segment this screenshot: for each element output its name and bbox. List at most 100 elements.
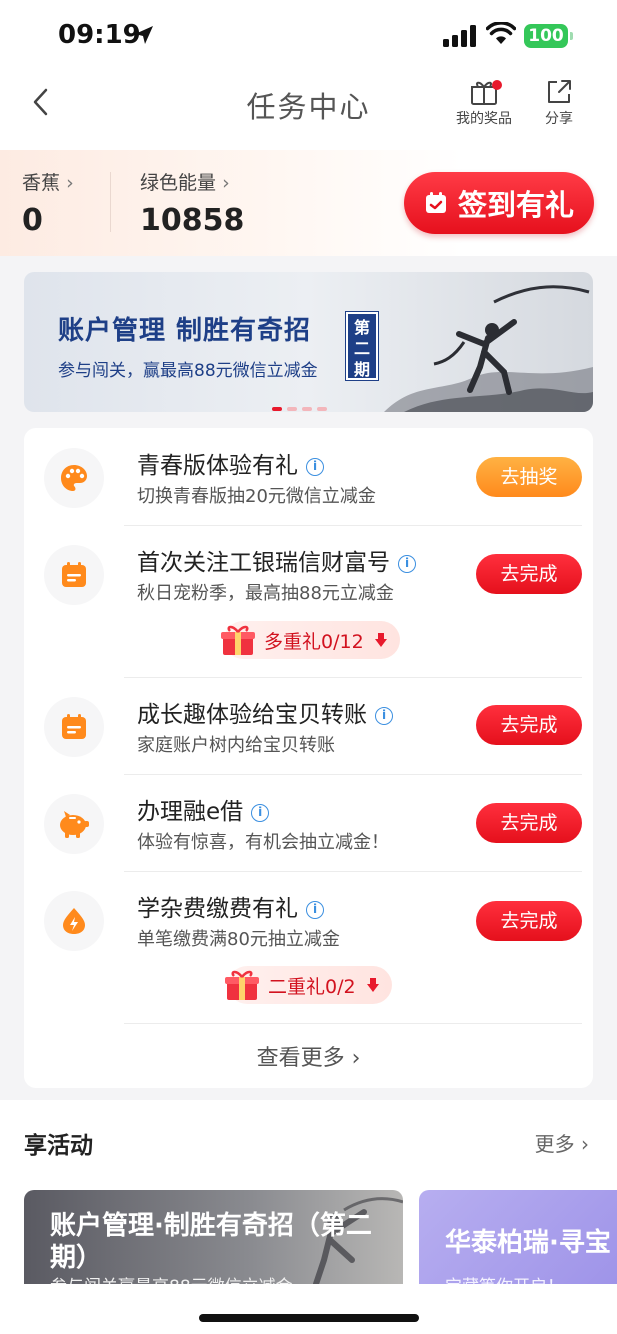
info-icon[interactable]: i xyxy=(398,555,416,573)
my-prizes-label: 我的奖品 xyxy=(456,111,512,127)
activity-card-title: 账户管理·制胜有奇招（第二期） xyxy=(50,1211,372,1273)
promo-banner[interactable]: 账户管理 制胜有奇招 参与闯关，赢最高88元微信立减金 第 二 期 xyxy=(24,272,593,412)
draw-lottery-button[interactable]: 去抽奖 xyxy=(476,457,582,497)
seal-char: 第 xyxy=(353,318,370,337)
green-energy-value: 10858 xyxy=(140,203,245,238)
banana-stat[interactable]: 香蕉 › 0 xyxy=(22,168,74,238)
green-energy-stat[interactable]: 绿色能量 › 10858 xyxy=(140,168,244,238)
task-icon-bg xyxy=(44,891,104,951)
activities-section-header: 享活动 更多 › xyxy=(0,1100,617,1184)
task-title-text: 学杂费缴费有礼 xyxy=(137,896,298,922)
sign-in-label: 签到有礼 xyxy=(457,188,574,222)
red-gift-icon xyxy=(225,970,259,1000)
activity-card[interactable]: 华泰柏瑞·寻宝 宝藏等你开启！ xyxy=(419,1190,617,1284)
sign-in-button[interactable]: 签到有礼 xyxy=(404,172,594,234)
task-title: 成长趣体验给宝贝转账 i xyxy=(137,695,393,729)
complete-task-button[interactable]: 去完成 xyxy=(476,554,582,594)
expand-down-icon xyxy=(374,633,387,647)
home-indicator[interactable] xyxy=(199,1314,419,1322)
page-title: 任务中心 xyxy=(246,90,371,124)
task-title-text: 首次关注工银瑞信财富号 xyxy=(137,550,390,576)
more-label: 更多 xyxy=(534,1132,575,1156)
see-more-label: 查看更多 xyxy=(256,1046,345,1071)
task-icon-bg xyxy=(44,794,104,854)
complete-task-button[interactable]: 去完成 xyxy=(476,901,582,941)
pagination-dot[interactable] xyxy=(302,407,312,411)
red-gift-icon xyxy=(221,625,255,655)
lightning-icon xyxy=(63,908,85,934)
wifi-icon xyxy=(486,22,516,44)
task-title: 办理融e借 i xyxy=(137,792,270,826)
divider xyxy=(124,774,582,775)
share-label: 分享 xyxy=(545,111,573,127)
task-description: 家庭账户树内给宝贝转账 xyxy=(137,735,335,756)
seal-char: 期 xyxy=(353,360,370,379)
expand-down-icon xyxy=(366,978,379,992)
activity-card-subtitle: 参与闯关赢最高88元微信立减金 xyxy=(50,1272,293,1284)
banner-pagination xyxy=(272,407,327,411)
task-title-text: 青春版体验有礼 xyxy=(137,453,298,479)
cellular-signal-icon xyxy=(443,25,476,47)
banner-title: 账户管理 制胜有奇招 xyxy=(58,316,312,346)
points-summary: 香蕉 › 0 绿色能量 › 10858 签到有礼 xyxy=(0,150,617,256)
banner-seal: 第 二 期 xyxy=(345,311,379,381)
activity-card[interactable]: 账户管理·制胜有奇招（第二期） 参与闯关赢最高88元微信立减金 › xyxy=(24,1190,403,1284)
multi-gift-label: 多重礼0/12 xyxy=(264,630,364,653)
activity-card-subtitle: 宝藏等你开启！ xyxy=(445,1272,564,1284)
banana-label: 香蕉 xyxy=(22,172,61,194)
task-icon-bg xyxy=(44,448,104,508)
task-title-text: 办理融e借 xyxy=(137,799,244,825)
task-title: 青春版体验有礼 i xyxy=(137,446,324,480)
seal-char: 二 xyxy=(353,339,370,358)
pagination-dot[interactable] xyxy=(272,407,282,411)
task-icon-bg xyxy=(44,545,104,605)
activity-card-title: 华泰柏瑞·寻宝 xyxy=(445,1228,611,1258)
multi-gift-progress[interactable]: 多重礼0/12 xyxy=(221,621,400,659)
info-icon[interactable]: i xyxy=(306,458,324,476)
activity-carousel: 账户管理·制胜有奇招（第二期） 参与闯关赢最高88元微信立减金 › 华泰柏瑞·寻… xyxy=(0,1184,617,1284)
location-arrow-icon xyxy=(135,26,153,44)
banner-subtitle: 参与闯关，赢最高88元微信立减金 xyxy=(58,361,318,381)
chevron-right-icon: › xyxy=(351,1046,361,1071)
calendar-check-icon xyxy=(425,192,446,213)
more-activities-link[interactable]: 更多 › xyxy=(535,1128,589,1157)
share-icon xyxy=(548,80,571,103)
chevron-right-icon: › xyxy=(66,172,74,194)
pagination-dot[interactable] xyxy=(317,407,327,411)
task-description: 单笔缴费满80元抽立减金 xyxy=(137,929,340,950)
divider xyxy=(124,1023,582,1024)
piggy-bank-icon xyxy=(60,811,89,838)
task-list: 青春版体验有礼 i 切换青春版抽20元微信立减金 去抽奖 首次关注工银瑞信财富号 i… xyxy=(24,428,593,1088)
share-button[interactable]: 分享 xyxy=(537,78,581,128)
chevron-right-icon: › xyxy=(581,1132,589,1156)
task-description: 切换青春版抽20元微信立减金 xyxy=(137,486,376,507)
pagination-dot[interactable] xyxy=(287,407,297,411)
banana-value: 0 xyxy=(22,203,43,238)
complete-task-button[interactable]: 去完成 xyxy=(476,705,582,745)
status-time: 09:19 xyxy=(58,20,141,50)
task-description: 秋日宠粉季，最高抽88元立减金 xyxy=(137,583,394,604)
multi-gift-progress[interactable]: 二重礼0/2 xyxy=(225,966,392,1004)
divider xyxy=(124,871,582,872)
info-icon[interactable]: i xyxy=(375,707,393,725)
divider xyxy=(124,525,582,526)
calendar-icon xyxy=(62,562,86,587)
see-more-link[interactable]: 查看更多 › xyxy=(24,1040,593,1072)
home-indicator-area xyxy=(0,1284,617,1334)
my-prizes-button[interactable]: 我的奖品 xyxy=(452,78,516,128)
multi-gift-label: 二重礼0/2 xyxy=(268,975,356,998)
green-energy-label: 绿色能量 xyxy=(140,172,217,194)
divider xyxy=(110,172,111,232)
palette-icon xyxy=(61,465,87,491)
chevron-right-icon: › xyxy=(222,172,230,194)
complete-task-button[interactable]: 去完成 xyxy=(476,803,582,843)
section-title: 享活动 xyxy=(24,1133,93,1159)
task-description: 体验有惊喜，有机会抽立减金！ xyxy=(137,832,389,853)
task-title: 学杂费缴费有礼 i xyxy=(137,889,324,923)
battery-indicator: 100 xyxy=(524,24,573,48)
calendar-icon xyxy=(62,714,86,739)
nav-bar: 任务中心 我的奖品 分享 xyxy=(0,70,617,150)
info-icon[interactable]: i xyxy=(251,804,270,822)
task-title-text: 成长趣体验给宝贝转账 xyxy=(137,702,367,728)
info-icon[interactable]: i xyxy=(306,901,324,919)
